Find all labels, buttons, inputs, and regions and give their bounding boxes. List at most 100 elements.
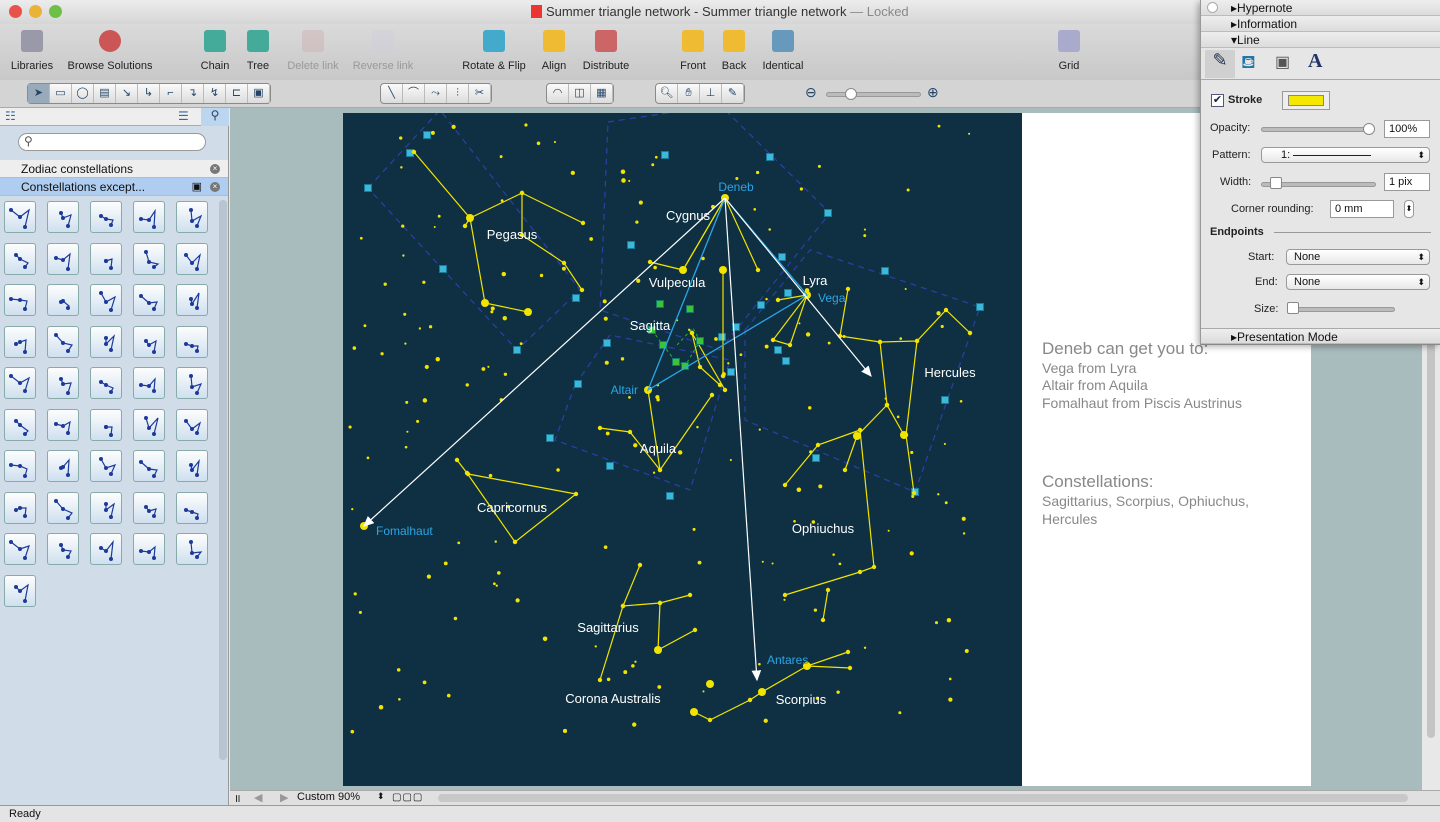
scissors-tool[interactable]: ✂	[469, 84, 491, 103]
library-shape-item[interactable]	[4, 491, 36, 524]
library-shape-item[interactable]	[4, 325, 36, 358]
prev-page-button[interactable]: ◀	[254, 791, 262, 804]
library-scrollbar[interactable]	[219, 200, 227, 760]
library-search-input[interactable]	[18, 133, 206, 151]
corner-rounding-field[interactable]: 0 mm	[1330, 200, 1394, 218]
library-shape-item[interactable]	[133, 325, 165, 358]
bezier-tool[interactable]: ⤳	[425, 84, 447, 103]
library-shape-item[interactable]	[176, 408, 208, 441]
zoom-slider-knob[interactable]	[845, 88, 857, 100]
library-shape-item[interactable]	[47, 367, 79, 399]
hypernote-tool[interactable]: ▣	[248, 84, 270, 103]
arc-tool[interactable]: ⌒	[403, 84, 425, 103]
pointer-tool[interactable]: ➤	[28, 84, 50, 103]
library-shape-item[interactable]	[176, 491, 208, 524]
zoom-in-icon[interactable]: ⊕	[927, 84, 939, 101]
library-shape-item[interactable]	[90, 325, 122, 358]
stamp-tool[interactable]: ⊥	[700, 84, 722, 103]
opacity-field[interactable]: 100%	[1384, 120, 1430, 138]
library-shape-item[interactable]	[47, 325, 79, 358]
library-shape-item[interactable]	[176, 367, 208, 399]
library-shape-item[interactable]	[90, 408, 122, 441]
library-shape-item[interactable]	[133, 491, 165, 524]
library-shape-item[interactable]	[47, 491, 79, 524]
library-shape-item[interactable]	[176, 284, 208, 316]
smart-connector-tool[interactable]: ↴	[182, 84, 204, 103]
library-shape-item[interactable]	[133, 450, 165, 482]
width-field[interactable]: 1 pix	[1384, 173, 1430, 191]
library-shape-item[interactable]	[4, 201, 36, 233]
library-shape-item[interactable]	[176, 242, 208, 275]
library-shape-item[interactable]	[4, 284, 36, 316]
search-tab-icon[interactable]: ⚲	[201, 108, 229, 126]
zoom-stepper-icon[interactable]: ⬍	[377, 791, 385, 802]
close-library-icon[interactable]: ×	[210, 182, 220, 192]
shape-group-tool[interactable]: ▦	[591, 84, 613, 103]
section-information[interactable]: ▸Information	[1201, 16, 1440, 32]
library-shape-item[interactable]	[90, 450, 122, 482]
zoom-out-icon[interactable]: ⊖	[805, 84, 817, 101]
shape-rect-tool[interactable]: ◫	[569, 84, 591, 103]
library-shape-item[interactable]	[90, 367, 122, 399]
size-slider[interactable]	[1287, 307, 1395, 312]
text-tab-icon[interactable]: A	[1308, 50, 1322, 73]
library-shape-item[interactable]	[47, 533, 79, 565]
opacity-slider-knob[interactable]	[1363, 123, 1375, 135]
toolbar-button-identical[interactable]: Identical	[733, 30, 833, 72]
close-window-button[interactable]	[9, 5, 22, 18]
library-shape-item[interactable]	[133, 284, 165, 316]
library-shape-item[interactable]	[176, 533, 208, 565]
library-shape-item[interactable]	[90, 491, 122, 524]
line-style-tab-icon[interactable]: ✎	[1205, 50, 1235, 78]
library-shape-item[interactable]	[133, 201, 165, 233]
library-shape-item[interactable]	[133, 242, 165, 275]
width-slider-knob[interactable]	[1270, 177, 1282, 189]
library-zodiac[interactable]: Zodiac constellations ×	[0, 160, 228, 178]
zoom-tool[interactable]: 🔍︎	[656, 84, 678, 103]
panel-close-button[interactable]	[1207, 2, 1218, 13]
next-page-button[interactable]: ▶	[280, 791, 288, 804]
toolbar-button-reverse-link[interactable]: Reverse link	[333, 30, 433, 72]
pattern-select[interactable]: 1:	[1261, 147, 1430, 163]
opacity-slider[interactable]	[1261, 127, 1373, 132]
list-view-icon[interactable]: ☰	[178, 109, 189, 123]
library-shape-item[interactable]	[47, 450, 79, 482]
round-connector-tool[interactable]: ↯	[204, 84, 226, 103]
toolbar-button-browse-solutions[interactable]: Browse Solutions	[60, 30, 160, 72]
page-view-buttons[interactable]: ▢▢▢	[392, 792, 423, 803]
shadow-tab-icon[interactable]: ▣	[1275, 52, 1290, 72]
library-shape-item[interactable]	[4, 367, 36, 399]
library-shape-item[interactable]	[176, 325, 208, 358]
library-shape-item[interactable]	[133, 367, 165, 399]
library-shape-item[interactable]	[4, 574, 36, 607]
toolbar-button-grid[interactable]: Grid	[1019, 30, 1119, 72]
size-slider-knob[interactable]	[1287, 302, 1299, 314]
minimize-window-button[interactable]	[29, 5, 42, 18]
text-tool[interactable]: ▤	[94, 84, 116, 103]
end-select[interactable]: None	[1286, 274, 1430, 290]
library-shape-item[interactable]	[4, 242, 36, 275]
library-shape-item[interactable]	[47, 284, 79, 316]
library-shape-item[interactable]	[90, 533, 122, 565]
hand-tool[interactable]: ✋︎	[678, 84, 700, 103]
horizontal-scrollbar[interactable]	[438, 794, 1408, 802]
orth-connector-tool[interactable]: ⌐	[160, 84, 182, 103]
split-tool[interactable]: ⫶	[447, 84, 469, 103]
rectangle-tool[interactable]: ▭	[50, 84, 72, 103]
library-shape-item[interactable]	[47, 408, 79, 441]
library-shape-item[interactable]	[4, 533, 36, 565]
library-shape-item[interactable]	[4, 408, 36, 441]
library-shape-item[interactable]	[90, 284, 122, 316]
toolbar-button-distribute[interactable]: Distribute	[556, 30, 656, 72]
curve-connector-tool[interactable]: ↳	[138, 84, 160, 103]
library-shape-item[interactable]	[176, 201, 208, 233]
zoom-window-button[interactable]	[49, 5, 62, 18]
library-shape-item[interactable]	[47, 242, 79, 275]
close-library-icon[interactable]: ×	[210, 164, 220, 174]
zoom-select[interactable]: Custom 90%	[297, 791, 387, 803]
library-shape-item[interactable]	[133, 408, 165, 441]
save-library-icon[interactable]: ▣	[192, 178, 202, 196]
ellipse-tool[interactable]: ◯	[72, 84, 94, 103]
library-shape-item[interactable]	[176, 450, 208, 482]
section-hypernote[interactable]: ▸Hypernote	[1201, 0, 1440, 16]
